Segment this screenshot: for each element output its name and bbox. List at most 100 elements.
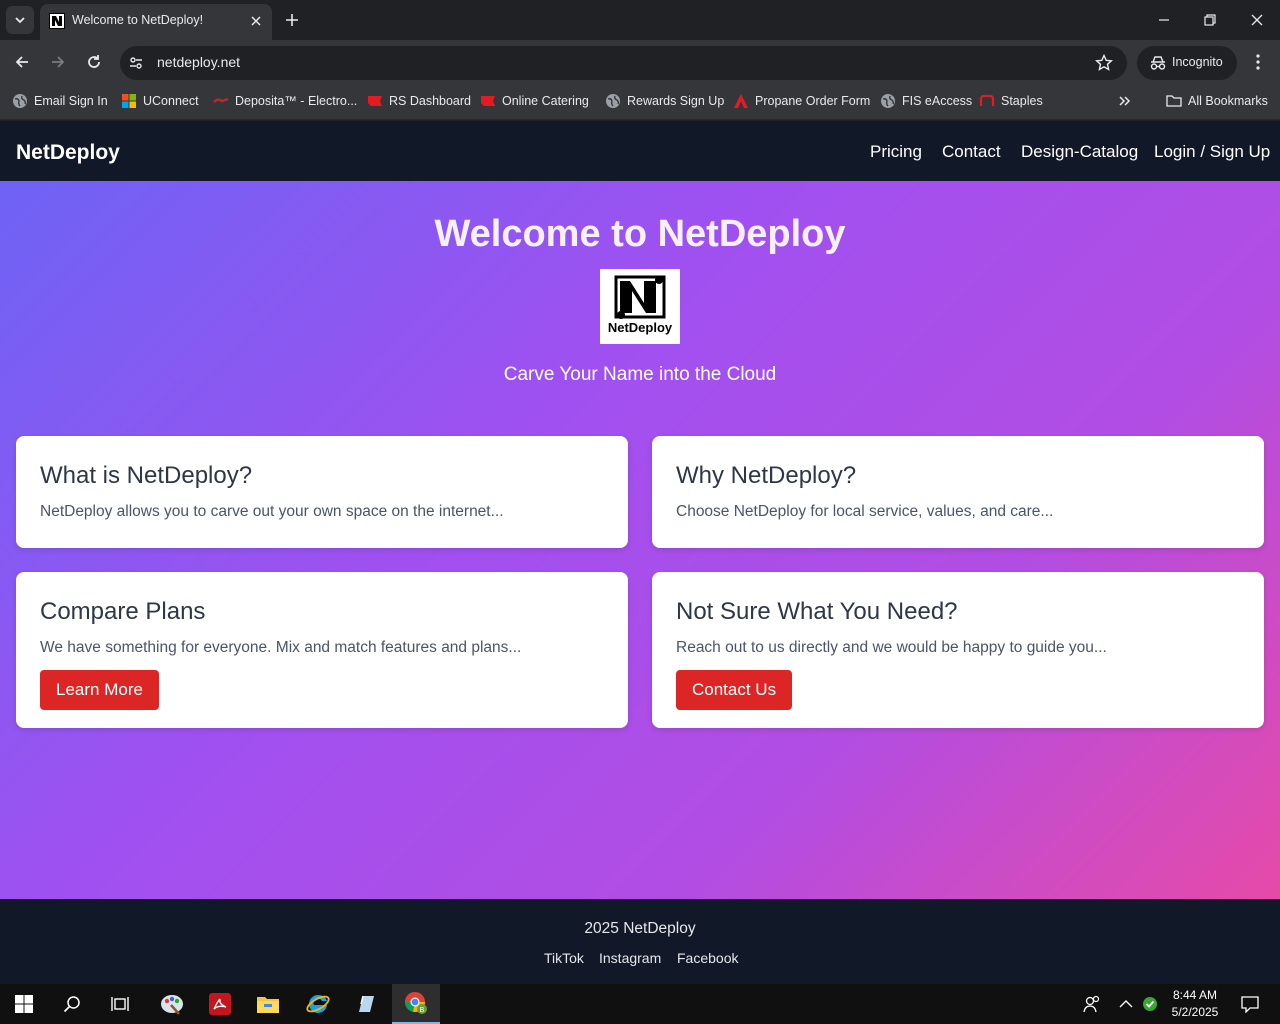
bookmarks-bar: Email Sign In UConnect Deposita™ - Elect… bbox=[0, 84, 1280, 194]
bookmark-label: Rewards Sign Up bbox=[627, 94, 725, 108]
notes-app-icon[interactable] bbox=[342, 984, 390, 1024]
clock-date: 5/2/2025 bbox=[1171, 1005, 1219, 1019]
globe-icon bbox=[606, 94, 620, 108]
file-explorer-icon[interactable] bbox=[244, 984, 292, 1024]
card-what-is: What is NetDeploy? NetDeploy allows you … bbox=[16, 436, 628, 548]
incognito-icon bbox=[1150, 56, 1166, 70]
folder-icon bbox=[1166, 95, 1182, 107]
browser-toolbar: netdeploy.net Incognito bbox=[0, 40, 1280, 84]
paint-app-icon[interactable] bbox=[148, 984, 196, 1024]
url-text: netdeploy.net bbox=[157, 54, 241, 70]
footer-link-instagram[interactable]: Instagram bbox=[599, 950, 661, 966]
bookmark-uconnect[interactable]: UConnect bbox=[121, 92, 199, 110]
footer-link-tiktok[interactable]: TikTok bbox=[544, 950, 584, 966]
bookmark-fis-eaccess[interactable]: FIS eAccess bbox=[880, 92, 972, 110]
adobe-icon bbox=[734, 94, 748, 108]
restore-icon[interactable] bbox=[1200, 10, 1220, 30]
internet-explorer-icon[interactable] bbox=[294, 984, 342, 1024]
adobe-acrobat-icon[interactable] bbox=[196, 984, 244, 1024]
netdeploy-favicon-icon bbox=[49, 13, 65, 29]
nav-link-pricing[interactable]: Pricing bbox=[870, 142, 922, 162]
card-body: NetDeploy allows you to carve out your o… bbox=[40, 503, 504, 520]
tab-strip: Welcome to NetDeploy! bbox=[0, 0, 1280, 40]
hero-section: Welcome to NetDeploy NetDeploy Carve You… bbox=[0, 181, 1280, 899]
bookmark-email-sign-in[interactable]: Email Sign In bbox=[12, 92, 108, 110]
card-not-sure: Not Sure What You Need? Reach out to us … bbox=[652, 572, 1264, 728]
nav-link-contact[interactable]: Contact bbox=[942, 142, 1001, 162]
bookmark-label: UConnect bbox=[143, 94, 199, 108]
bookmark-label: Deposita™ - Electro... bbox=[235, 94, 358, 108]
windows-taskbar: B 8:44 AM 5/2/2025 bbox=[0, 984, 1280, 1024]
bookmark-label: Propane Order Form bbox=[755, 94, 871, 108]
microsoft-icon bbox=[122, 94, 136, 108]
windows-start-icon[interactable] bbox=[0, 984, 48, 1024]
site-navbar: NetDeploy Pricing Contact Design-Catalog… bbox=[0, 121, 1280, 181]
chrome-menu-icon[interactable] bbox=[1248, 52, 1268, 72]
tab-title: Welcome to NetDeploy! bbox=[72, 13, 204, 27]
footer-link-facebook[interactable]: Facebook bbox=[677, 950, 738, 966]
bookmark-star-icon[interactable] bbox=[1095, 54, 1113, 72]
close-window-icon[interactable] bbox=[1247, 10, 1267, 30]
chevron-down-icon bbox=[15, 17, 25, 24]
card-title: Not Sure What You Need? bbox=[676, 598, 958, 625]
card-title: Compare Plans bbox=[40, 598, 206, 625]
more-bookmarks-chevron-icon[interactable] bbox=[1118, 92, 1132, 110]
card-body: Choose NetDeploy for local service, valu… bbox=[676, 503, 1054, 520]
card-title: Why NetDeploy? bbox=[676, 462, 857, 489]
nav-link-design-catalog[interactable]: Design-Catalog bbox=[1021, 142, 1138, 162]
tab-close-icon[interactable] bbox=[247, 12, 265, 30]
card-why: Why NetDeploy? Choose NetDeploy for loca… bbox=[652, 436, 1264, 548]
netdeploy-logo: NetDeploy bbox=[600, 269, 680, 344]
site-brand[interactable]: NetDeploy bbox=[16, 141, 120, 165]
bookmark-online-catering[interactable]: Online Catering bbox=[480, 92, 589, 110]
hero-tagline: Carve Your Name into the Cloud bbox=[503, 364, 777, 385]
card-title: What is NetDeploy? bbox=[40, 462, 253, 489]
forward-arrow-icon[interactable] bbox=[48, 52, 68, 72]
bookmark-label: Online Catering bbox=[502, 94, 589, 108]
nav-link-login[interactable]: Login / Sign Up bbox=[1154, 142, 1270, 162]
all-bookmarks-button[interactable]: All Bookmarks bbox=[1166, 92, 1268, 110]
back-arrow-icon[interactable] bbox=[12, 52, 32, 72]
bookmark-label: RS Dashboard bbox=[389, 94, 471, 108]
contact-us-button[interactable]: Contact Us bbox=[676, 670, 793, 710]
all-bookmarks-label: All Bookmarks bbox=[1188, 94, 1268, 108]
web-page: NetDeploy Pricing Contact Design-Catalog… bbox=[0, 121, 1280, 984]
site-footer: 2025 NetDeploy TikTok Instagram Facebook bbox=[0, 899, 1280, 984]
bookmark-deposita[interactable]: Deposita™ - Electro... bbox=[213, 92, 357, 110]
active-tab[interactable]: Welcome to NetDeploy! bbox=[40, 4, 272, 40]
tab-search-button[interactable] bbox=[6, 6, 34, 34]
card-body: We have something for everyone. Mix and … bbox=[40, 639, 522, 656]
globe-icon bbox=[13, 94, 27, 108]
staples-icon bbox=[979, 94, 995, 106]
bookmark-staples[interactable]: Staples bbox=[979, 92, 1043, 110]
learn-more-button[interactable]: Learn More bbox=[40, 670, 159, 710]
notifications-icon[interactable] bbox=[1230, 984, 1270, 1024]
bookmark-rewards-sign-up[interactable]: Rewards Sign Up bbox=[605, 92, 724, 110]
bookmark-label: Staples bbox=[1001, 94, 1043, 108]
clock-time: 8:44 AM bbox=[1172, 988, 1218, 1002]
chrome-taskbar-icon[interactable]: B bbox=[392, 984, 440, 1024]
system-clock[interactable]: 8:44 AM 5/2/2025 bbox=[1160, 987, 1230, 1021]
deposita-icon bbox=[213, 97, 229, 103]
search-icon[interactable] bbox=[48, 984, 96, 1024]
footer-copyright: 2025 NetDeploy bbox=[584, 920, 696, 937]
card-body: Reach out to us directly and we would be… bbox=[676, 639, 1107, 656]
minimize-icon[interactable] bbox=[1154, 10, 1174, 30]
svg-text:B: B bbox=[420, 1007, 425, 1014]
bookmark-label: Email Sign In bbox=[34, 94, 108, 108]
address-bar[interactable]: netdeploy.net bbox=[120, 46, 1127, 80]
new-tab-plus-icon[interactable] bbox=[282, 10, 302, 30]
red-flag-icon bbox=[481, 96, 495, 106]
bookmark-rs-dashboard[interactable]: RS Dashboard bbox=[367, 92, 471, 110]
bookmark-propane-order-form[interactable]: Propane Order Form bbox=[733, 92, 870, 110]
reload-icon[interactable] bbox=[84, 52, 104, 72]
task-view-icon[interactable] bbox=[96, 984, 144, 1024]
site-info-icon[interactable] bbox=[128, 55, 144, 71]
globe-icon bbox=[881, 94, 895, 108]
incognito-label: Incognito bbox=[1172, 55, 1223, 69]
hero-title: Welcome to NetDeploy bbox=[434, 213, 846, 255]
bookmark-label: FIS eAccess bbox=[902, 94, 973, 108]
incognito-badge[interactable]: Incognito bbox=[1137, 46, 1237, 80]
card-compare-plans: Compare Plans We have something for ever… bbox=[16, 572, 628, 728]
red-flag-icon bbox=[368, 96, 382, 106]
